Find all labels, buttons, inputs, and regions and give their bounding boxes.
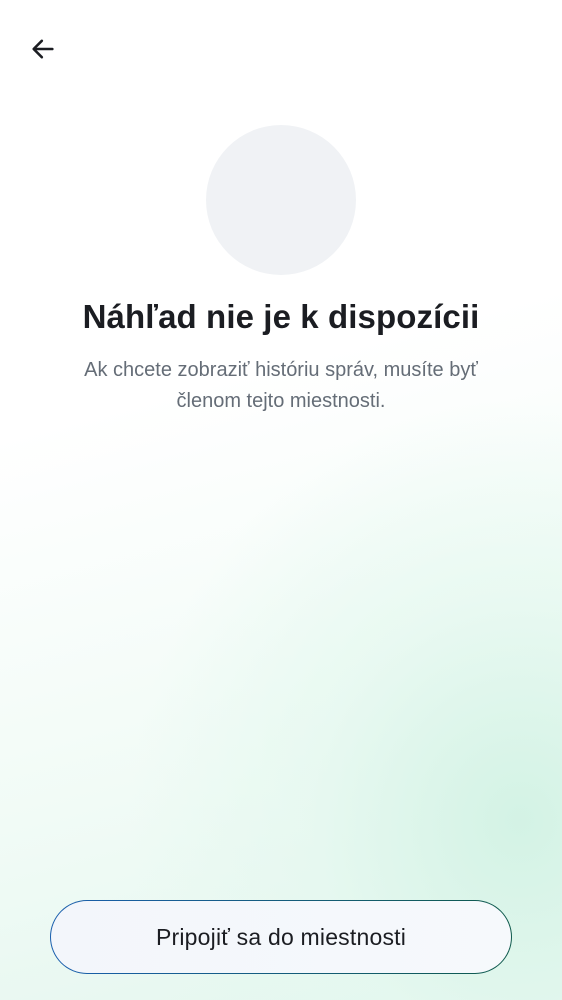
arrow-left-icon [29,35,57,68]
preview-unavailable-message: Ak chcete zobraziť históriu správ, musít… [84,359,478,412]
join-room-button-label: Pripojiť sa do miestnosti [155,923,407,950]
preview-unavailable-title: Náhľad nie je k dispozícii [82,298,480,335]
room-avatar-placeholder [206,125,356,275]
join-room-button[interactable]: Pripojiť sa do miestnosti [50,900,512,974]
back-button[interactable] [22,30,64,72]
